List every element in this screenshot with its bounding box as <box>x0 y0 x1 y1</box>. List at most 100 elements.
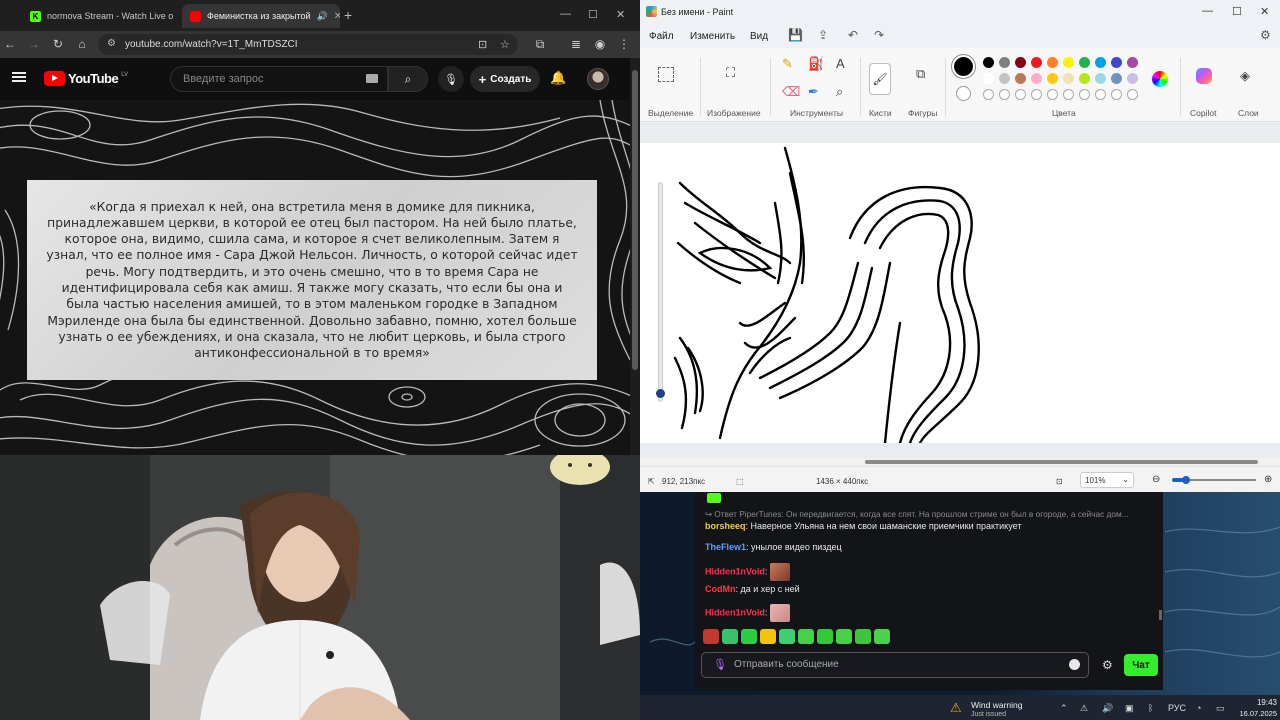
text-icon[interactable]: A <box>836 56 845 71</box>
color-swatch[interactable] <box>983 73 994 84</box>
slider-knob[interactable] <box>656 389 665 398</box>
warning-icon[interactable]: ⚠ <box>950 700 962 716</box>
selection-icon[interactable] <box>658 67 674 82</box>
chat-username[interactable]: Hidden1nVoid <box>705 607 765 617</box>
volume-icon[interactable]: 🔊 <box>1102 703 1113 714</box>
notifications-bell-icon[interactable]: 🔔 <box>550 70 566 86</box>
custom-color-slot[interactable] <box>1095 89 1106 100</box>
fit-window-icon[interactable]: ⊡ <box>1056 477 1063 486</box>
warning-tray-icon[interactable]: ⚠ <box>1080 703 1088 714</box>
emote-bar[interactable] <box>703 629 890 644</box>
custom-color-slot[interactable] <box>1079 89 1090 100</box>
extensions-icon[interactable]: ⧉ <box>532 37 548 52</box>
tab-kick-stream[interactable]: K normova Stream - Watch Live o <box>22 4 182 28</box>
color-swatch[interactable] <box>999 57 1010 68</box>
scrollbar-thumb[interactable] <box>865 460 1258 464</box>
tray-chevron-up-icon[interactable]: ⌃ <box>1060 703 1068 714</box>
page-scrollbar[interactable] <box>630 58 640 455</box>
undo-icon[interactable]: ↶ <box>848 28 858 42</box>
emote-angry-icon[interactable] <box>703 629 719 644</box>
minimize-icon[interactable]: — <box>1202 5 1213 17</box>
zoom-out-icon[interactable]: ⊖ <box>1152 474 1160 485</box>
install-app-icon[interactable]: ⊡ <box>478 38 487 51</box>
color-swatch[interactable] <box>1047 73 1058 84</box>
keyboard-icon[interactable] <box>366 74 378 83</box>
color-swatch[interactable] <box>999 73 1010 84</box>
emote-frog-icon[interactable] <box>798 629 814 644</box>
menu-edit[interactable]: Изменить <box>690 31 735 42</box>
chrome-menu-icon[interactable]: ⋮ <box>616 37 632 51</box>
emote-globe-icon[interactable] <box>722 629 738 644</box>
color-swatch[interactable] <box>983 57 994 68</box>
redo-icon[interactable]: ↷ <box>874 28 884 42</box>
chat-username[interactable]: CodMn <box>705 584 736 594</box>
drawing-canvas[interactable] <box>640 143 1280 445</box>
color-swatch[interactable] <box>1031 73 1042 84</box>
menu-view[interactable]: Вид <box>750 31 768 42</box>
chat-scrollbar[interactable] <box>1159 610 1162 620</box>
menu-file[interactable]: Файл <box>649 31 674 42</box>
color-swatch[interactable] <box>1127 73 1138 84</box>
eraser-icon[interactable]: ⌫ <box>782 84 800 100</box>
horizontal-scrollbar[interactable] <box>640 458 1280 466</box>
chat-message-input[interactable]: 🎙 Отправить сообщение <box>701 652 1089 678</box>
back-icon[interactable]: ← <box>2 37 18 51</box>
nvidia-icon[interactable]: ▣ <box>1125 703 1134 714</box>
zoom-slider[interactable] <box>1172 476 1256 484</box>
layers-icon[interactable]: ◈ <box>1240 68 1250 84</box>
search-input[interactable]: Введите запрос <box>170 66 388 92</box>
home-icon[interactable]: ⌂ <box>74 37 90 51</box>
custom-color-slot[interactable] <box>1015 89 1026 100</box>
custom-color-slot[interactable] <box>1111 89 1122 100</box>
custom-color-slot[interactable] <box>1127 89 1138 100</box>
emote-laugh-icon[interactable] <box>836 629 852 644</box>
weather-title[interactable]: Wind warning <box>971 700 1023 710</box>
tab-youtube-video[interactable]: Феминистка из закрытой 🔊 ✕ <box>182 4 340 28</box>
emote-blob-icon[interactable] <box>779 629 795 644</box>
share-icon[interactable]: ⇪ <box>818 28 828 42</box>
video-player[interactable]: «Когда я приехал к ней, она встретила ме… <box>0 100 630 455</box>
color-swatch[interactable] <box>1063 57 1074 68</box>
chat-username[interactable]: borsheeq <box>705 521 746 531</box>
color-swatch[interactable] <box>1047 57 1058 68</box>
chat-username[interactable]: TheFlew1 <box>705 542 746 552</box>
color-swatch[interactable] <box>1079 73 1090 84</box>
new-tab-button[interactable]: + <box>344 7 352 23</box>
language-indicator[interactable]: РУС <box>1168 703 1186 713</box>
chat-settings-icon[interactable]: ⚙ <box>1102 658 1113 672</box>
clock-date[interactable]: 16.07.2025 <box>1228 709 1277 718</box>
forward-icon[interactable]: → <box>26 37 42 51</box>
color-swatch[interactable] <box>1031 57 1042 68</box>
brush-icon[interactable]: 🖌 <box>869 63 891 95</box>
bluetooth-icon[interactable]: ᛒ <box>1148 703 1153 713</box>
magnifier-icon[interactable]: ⌕ <box>836 84 843 100</box>
color-swatch[interactable] <box>1095 73 1106 84</box>
color-swatch[interactable] <box>1015 57 1026 68</box>
emote-stack-icon[interactable] <box>741 629 757 644</box>
custom-color-slot[interactable] <box>999 89 1010 100</box>
emote-wink-icon[interactable] <box>855 629 871 644</box>
color-swatch[interactable] <box>1111 57 1122 68</box>
color-swatch[interactable] <box>1079 57 1090 68</box>
color-swatch[interactable] <box>1063 73 1074 84</box>
address-bar[interactable]: ⚙ youtube.com/watch?v=1T_MmTDSZCI ⊡ ☆ <box>98 34 518 55</box>
clock-time[interactable]: 19:43 <box>1239 698 1277 707</box>
settings-gear-icon[interactable]: ⚙ <box>1260 28 1271 42</box>
copilot-icon[interactable] <box>1196 68 1212 84</box>
pencil-icon[interactable]: ✎ <box>782 56 793 72</box>
microphone-icon[interactable]: 🎙 <box>713 658 727 671</box>
battery-icon[interactable]: ▭ <box>1216 703 1225 714</box>
image-crop-icon[interactable]: ⛶ <box>726 65 735 81</box>
emoji-icon[interactable] <box>1069 659 1080 670</box>
minimize-icon[interactable]: — <box>560 8 571 20</box>
create-button[interactable]: + Создать <box>470 66 540 92</box>
voice-search-icon[interactable]: 🎙 <box>438 66 464 92</box>
primary-color-swatch[interactable] <box>952 55 975 78</box>
emote-grin-icon[interactable] <box>874 629 890 644</box>
zoom-in-icon[interactable]: ⊕ <box>1264 474 1272 485</box>
save-icon[interactable]: 💾 <box>788 28 803 42</box>
chat-send-button[interactable]: Чат <box>1124 654 1158 676</box>
profile-icon[interactable]: ◉ <box>592 37 608 51</box>
wifi-icon[interactable]: ◔ <box>1196 703 1201 713</box>
edit-colors-icon[interactable] <box>1152 71 1168 87</box>
